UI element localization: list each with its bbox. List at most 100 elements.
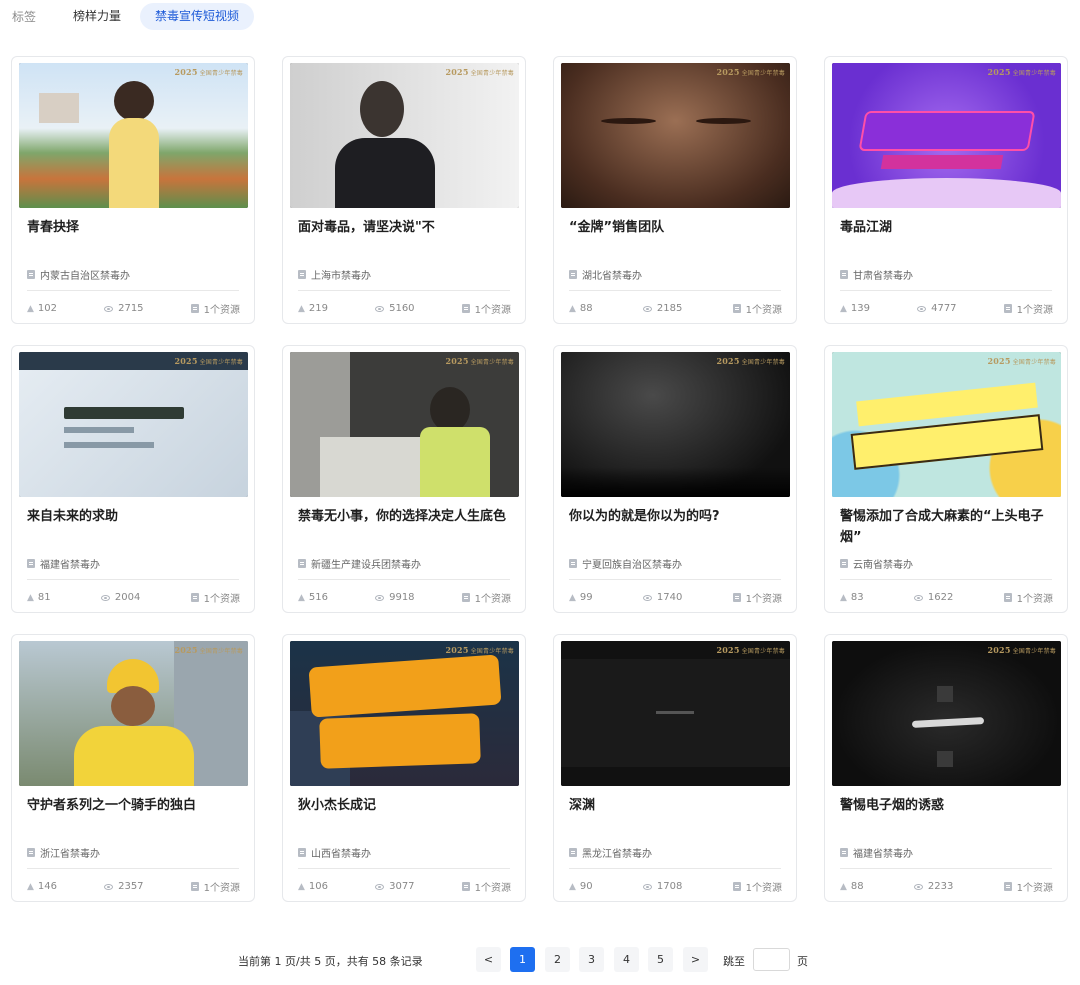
jump-to-label: 跳至	[723, 955, 745, 968]
like-count[interactable]: ▲ 88	[569, 303, 593, 314]
eye-icon	[642, 305, 652, 312]
eye-icon	[104, 883, 114, 890]
org-icon	[27, 848, 35, 857]
org-icon	[840, 270, 848, 279]
org-icon	[569, 270, 577, 279]
event-stamp: 2025 全国青少年禁毒	[174, 67, 243, 77]
resource-count: 1个资源	[461, 301, 511, 316]
video-title[interactable]: 狄小杰长成记	[298, 795, 510, 816]
like-count[interactable]: ▲ 102	[27, 303, 57, 314]
publisher: 福建省禁毒办	[27, 556, 100, 571]
video-title[interactable]: 警惕电子烟的诱惑	[840, 795, 1052, 816]
page-button-3[interactable]: 3	[579, 947, 604, 972]
tab-anti-drug-videos[interactable]: 禁毒宣传短视频	[140, 3, 255, 30]
video-card[interactable]: 2025 全国青少年禁毒 狄小杰长成记 山西省禁毒办 ▲ 106 3077 1个资源	[282, 634, 526, 902]
event-stamp: 2025 全国青少年禁毒	[987, 356, 1056, 366]
video-thumbnail[interactable]: 2025 全国青少年禁毒	[832, 63, 1061, 208]
video-title[interactable]: 禁毒无小事，你的选择决定人生底色	[298, 506, 510, 527]
event-stamp: 2025 全国青少年禁毒	[174, 645, 243, 655]
prev-page-button[interactable]: <	[476, 947, 501, 972]
video-thumbnail[interactable]: 2025 全国青少年禁毒	[832, 641, 1061, 786]
video-thumbnail[interactable]: 2025 全国青少年禁毒	[561, 352, 790, 497]
pagination: 当前第 1 页/共 5 页，共有 58 条记录 < 1 2 3 4 5 > 跳至…	[0, 946, 1080, 974]
thumbs-up-icon: ▲	[298, 881, 305, 892]
file-icon	[190, 593, 199, 602]
video-card[interactable]: 2025 全国青少年禁毒 警惕电子烟的诱惑 福建省禁毒办 ▲ 88 2233 1个资源	[824, 634, 1068, 902]
video-thumbnail[interactable]: 2025 全国青少年禁毒	[19, 352, 248, 497]
page-button-5[interactable]: 5	[648, 947, 673, 972]
video-card[interactable]: 2025 全国青少年禁毒 面对毒品，请坚决说"不 上海市禁毒办 ▲ 219 5160 1个资源	[282, 56, 526, 324]
view-count: 2715	[104, 303, 144, 314]
video-thumbnail[interactable]: 2025 全国青少年禁毒	[561, 63, 790, 208]
view-count: 5160	[375, 303, 415, 314]
video-card[interactable]: 2025 全国青少年禁毒 警惕添加了合成大麻素的“上头电子烟” 云南省禁毒办 ▲ 83 16…	[824, 345, 1068, 613]
video-thumbnail[interactable]: 2025 全国青少年禁毒	[290, 352, 519, 497]
resource-count: 1个资源	[1003, 301, 1053, 316]
card-divider	[298, 290, 510, 291]
resource-count: 1个资源	[461, 590, 511, 605]
page-button-4[interactable]: 4	[614, 947, 639, 972]
publisher-name: 浙江省禁毒办	[40, 849, 100, 860]
file-icon	[461, 593, 470, 602]
file-icon	[732, 882, 741, 891]
like-count[interactable]: ▲ 99	[569, 592, 593, 603]
file-icon	[1003, 304, 1012, 313]
video-title[interactable]: 警惕添加了合成大麻素的“上头电子烟”	[840, 506, 1052, 548]
like-count[interactable]: ▲ 83	[840, 592, 864, 603]
file-icon	[1003, 882, 1012, 891]
like-count[interactable]: ▲ 90	[569, 881, 593, 892]
view-count: 2185	[642, 303, 682, 314]
like-count[interactable]: ▲ 106	[298, 881, 328, 892]
video-card[interactable]: 2025 全国青少年禁毒 来自未来的求助 福建省禁毒办 ▲ 81 2004 1个资源	[11, 345, 255, 613]
card-divider	[569, 579, 781, 580]
video-card[interactable]: 2025 全国青少年禁毒守护者系列之一个骑手的独白浙江省禁毒办 ▲ 146 2357 1个…	[11, 634, 255, 902]
video-title[interactable]: 面对毒品，请坚决说"不	[298, 217, 510, 238]
publisher-name: 山西省禁毒办	[311, 849, 371, 860]
video-card[interactable]: 2025 全国青少年禁毒 毒品江湖 甘肃省禁毒办 ▲ 139 4777 1个资源	[824, 56, 1068, 324]
video-card[interactable]: 2025 全国青少年禁毒 “金牌”销售团队 湖北省禁毒办 ▲ 88 2185 1个资源	[553, 56, 797, 324]
like-count[interactable]: ▲ 81	[27, 592, 51, 603]
view-count: 2233	[913, 881, 953, 892]
thumbs-up-icon: ▲	[569, 303, 576, 314]
pagination-info: 当前第 1 页/共 5 页，共有 58 条记录	[238, 955, 423, 968]
eye-icon	[913, 883, 923, 890]
event-stamp: 2025 全国青少年禁毒	[445, 356, 514, 366]
org-icon	[840, 848, 848, 857]
video-card[interactable]: 2025 全国青少年禁毒 禁毒无小事，你的选择决定人生底色 新疆生产建设兵团禁毒办 ▲ 5…	[282, 345, 526, 613]
video-title[interactable]: 青春抉择	[27, 217, 239, 238]
file-icon	[732, 593, 741, 602]
card-stats: ▲ 146 2357 1个资源	[27, 879, 240, 894]
org-icon	[569, 559, 577, 568]
next-page-button[interactable]: >	[683, 947, 708, 972]
like-count[interactable]: ▲ 146	[27, 881, 57, 892]
video-card[interactable]: 2025 全国青少年禁毒 你以为的就是你以为的吗? 宁夏回族自治区禁毒办 ▲ 99 1740…	[553, 345, 797, 613]
tag-filter-label: 标签	[12, 10, 37, 24]
video-card[interactable]: 2025 全国青少年禁毒 青春抉择 内蒙古自治区禁毒办 ▲ 102 2715 1个资源	[11, 56, 255, 324]
video-title[interactable]: 守护者系列之一个骑手的独白	[27, 795, 239, 816]
page-button-2[interactable]: 2	[545, 947, 570, 972]
like-count[interactable]: ▲ 219	[298, 303, 328, 314]
video-title[interactable]: 毒品江湖	[840, 217, 1052, 238]
video-title[interactable]: 深渊	[569, 795, 781, 816]
video-thumbnail[interactable]: 2025 全国青少年禁毒	[290, 641, 519, 786]
like-count[interactable]: ▲ 516	[298, 592, 328, 603]
resource-count: 1个资源	[1003, 590, 1053, 605]
like-count[interactable]: ▲ 88	[840, 881, 864, 892]
video-thumbnail[interactable]: 2025 全国青少年禁毒	[19, 641, 248, 786]
jump-page-input[interactable]	[753, 948, 790, 971]
video-title[interactable]: “金牌”销售团队	[569, 217, 781, 238]
publisher: 内蒙古自治区禁毒办	[27, 267, 130, 282]
publisher: 宁夏回族自治区禁毒办	[569, 556, 682, 571]
tab-role-models[interactable]: 榜样力量	[58, 3, 136, 30]
like-count[interactable]: ▲ 139	[840, 303, 870, 314]
file-icon	[461, 882, 470, 891]
video-thumbnail[interactable]: 2025 全国青少年禁毒	[290, 63, 519, 208]
video-card[interactable]: 2025 全国青少年禁毒 深渊 黑龙江省禁毒办 ▲ 90 1708 1个资源	[553, 634, 797, 902]
video-title[interactable]: 你以为的就是你以为的吗?	[569, 506, 781, 527]
page-button-1[interactable]: 1	[510, 947, 535, 972]
video-title[interactable]: 来自未来的求助	[27, 506, 239, 527]
video-thumbnail[interactable]: 2025 全国青少年禁毒	[561, 641, 790, 786]
video-thumbnail[interactable]: 2025 全国青少年禁毒	[19, 63, 248, 208]
publisher: 甘肃省禁毒办	[840, 267, 913, 282]
video-thumbnail[interactable]: 2025 全国青少年禁毒	[832, 352, 1061, 497]
